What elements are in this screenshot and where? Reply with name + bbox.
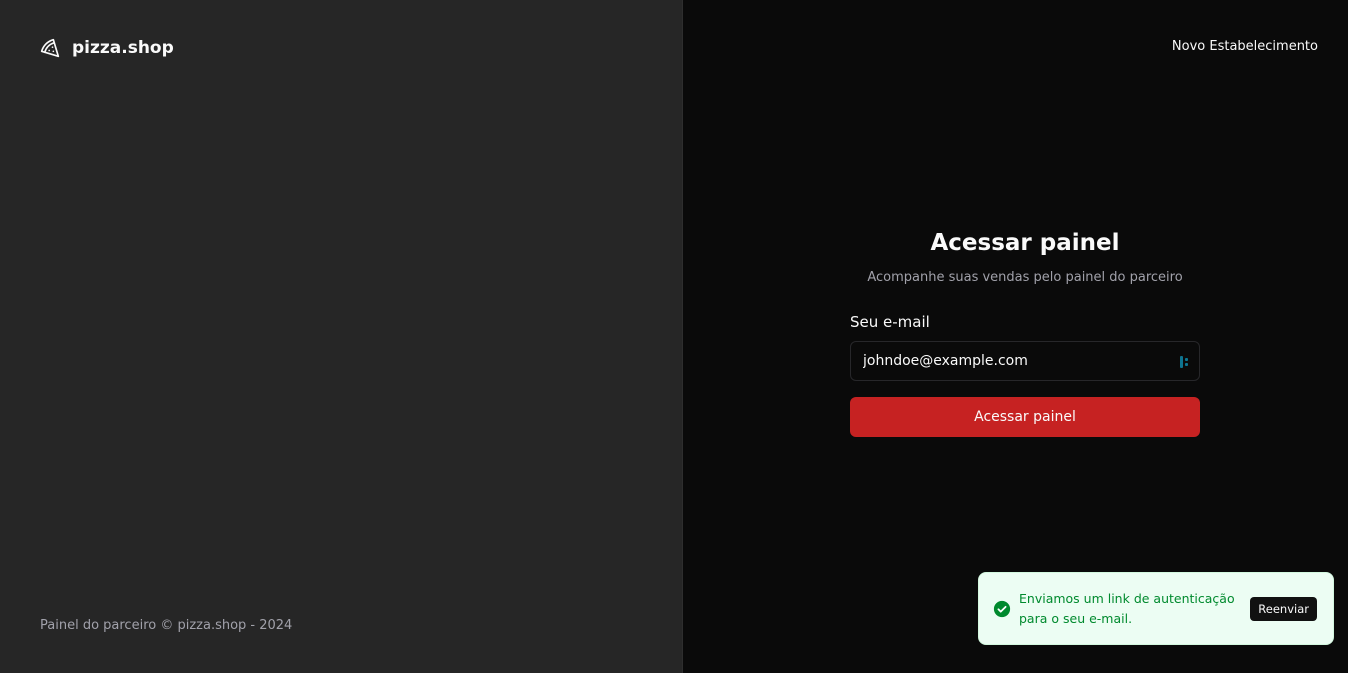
new-establishment-link[interactable]: Novo Estabelecimento — [1172, 39, 1318, 54]
check-circle-icon — [993, 600, 1011, 618]
submit-button[interactable]: Acessar painel — [850, 397, 1200, 437]
sign-in-form: Acessar painel Acompanhe suas vendas pel… — [850, 230, 1200, 437]
footer-copyright: Painel do parceiro © pizza.shop - 2024 — [40, 618, 293, 633]
page-subtitle: Acompanhe suas vendas pelo painel do par… — [867, 270, 1183, 285]
email-label: Seu e-mail — [850, 313, 930, 331]
pizza-slice-icon — [40, 38, 60, 58]
toast-notification: Enviamos um link de autenticação para o … — [978, 572, 1334, 645]
toast-message: Enviamos um link de autenticação para o … — [1019, 590, 1235, 626]
email-field-wrapper — [850, 341, 1200, 381]
page-title: Acessar painel — [930, 230, 1120, 256]
brand-name: pizza.shop — [72, 38, 174, 58]
resend-button[interactable]: Reenviar — [1250, 596, 1317, 621]
brand: pizza.shop — [40, 38, 174, 58]
email-field[interactable] — [851, 342, 1199, 380]
left-panel: pizza.shop Painel do parceiro © pizza.sh… — [0, 0, 683, 673]
password-manager-icon[interactable] — [1179, 354, 1191, 368]
